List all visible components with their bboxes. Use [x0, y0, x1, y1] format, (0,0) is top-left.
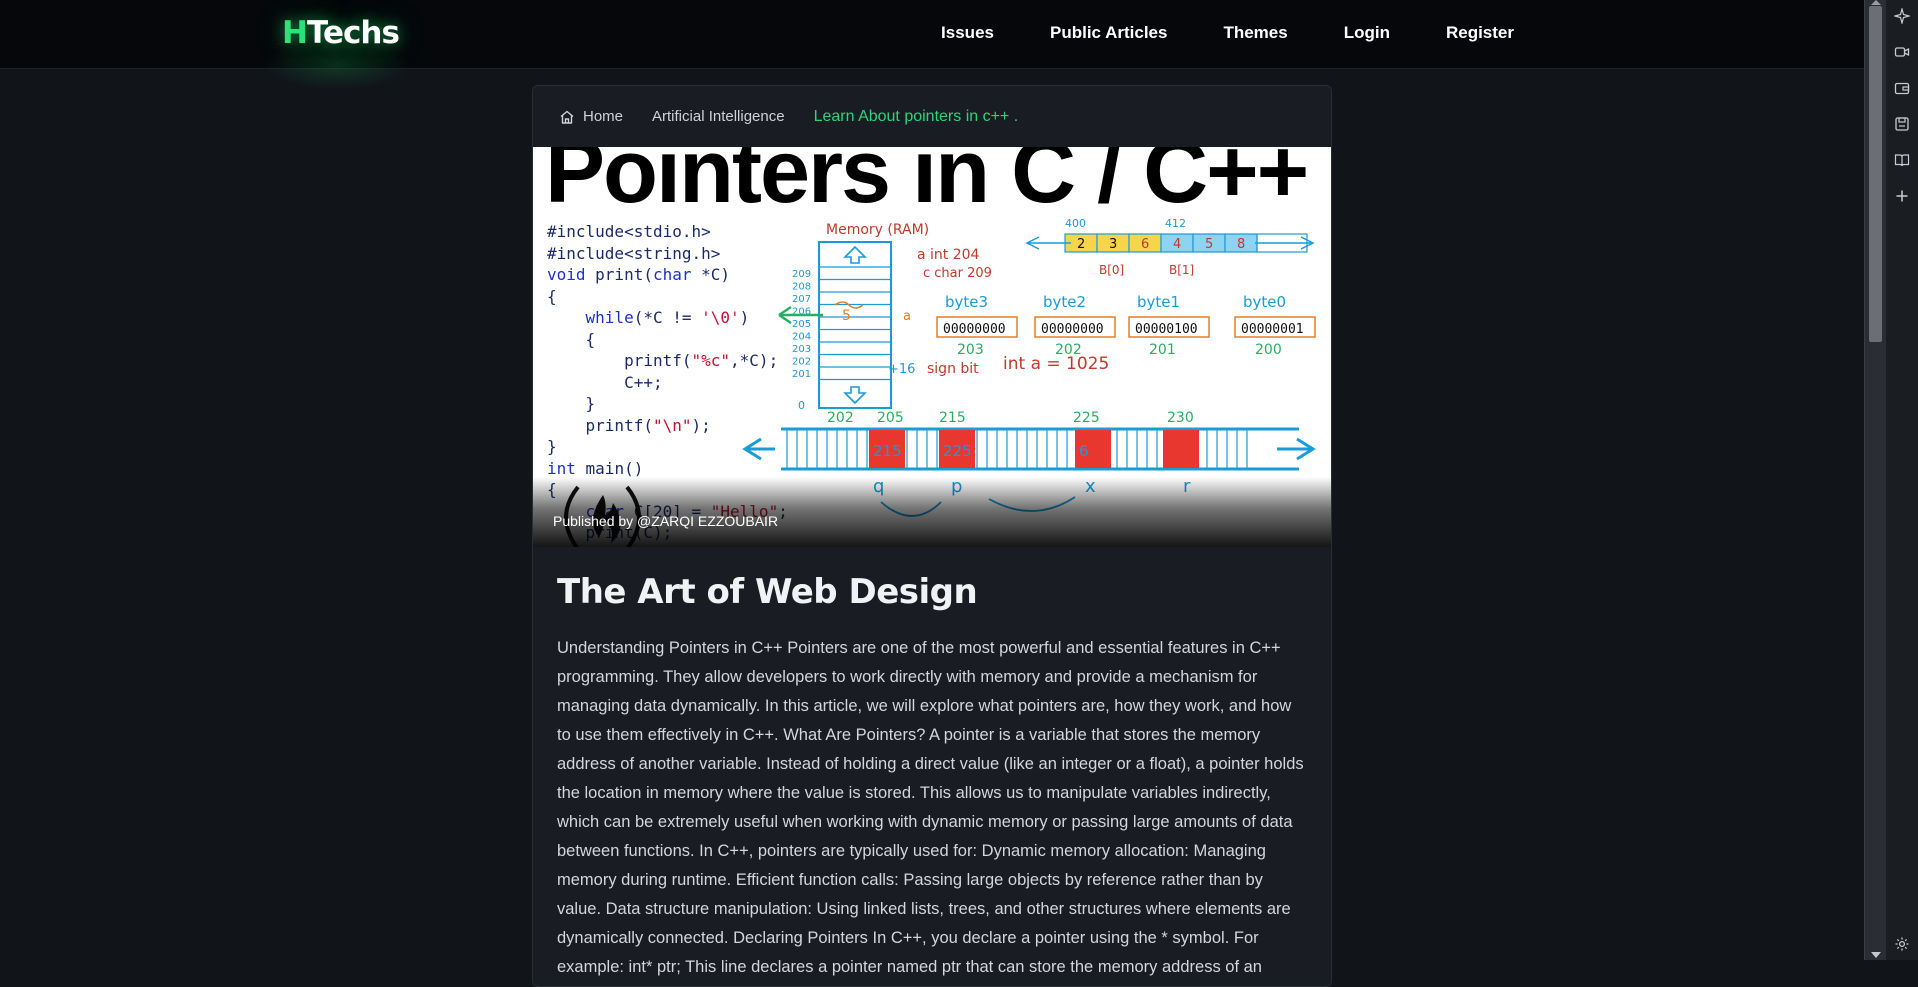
site-logo[interactable]: H Techs	[282, 12, 400, 54]
tape-address: 205	[877, 410, 904, 426]
nav-issues[interactable]: Issues	[941, 23, 994, 43]
logo-mark: H	[282, 15, 308, 51]
breadcrumb-home-label: Home	[583, 108, 624, 125]
nav-register[interactable]: Register	[1446, 23, 1514, 43]
svg-text:a: a	[903, 309, 911, 324]
memory-addresses: 209208207206205204203202201	[792, 269, 811, 380]
array-ref-1: B[1]	[1169, 263, 1194, 277]
memory-address: 201	[792, 369, 811, 380]
plus-icon[interactable]	[1894, 188, 1910, 204]
memory-up-arrow	[843, 245, 867, 264]
logo-text: Techs	[306, 15, 400, 51]
svg-text:+16: +16	[888, 362, 915, 377]
byte-label: byte2	[1043, 293, 1086, 311]
memory-address: 208	[792, 282, 811, 293]
array-ref-0: B[0]	[1099, 263, 1124, 277]
array-addr-start: 400	[1065, 217, 1086, 230]
byte-value: 00000000	[1041, 322, 1104, 337]
sparkle-icon[interactable]	[1894, 8, 1910, 24]
byte-address: 203	[957, 342, 984, 358]
note-sign-bit: sign bit	[927, 361, 979, 377]
array-cell-value: 4	[1173, 237, 1181, 252]
article-title: The Art of Web Design	[557, 572, 978, 612]
svg-text:5: 5	[842, 308, 851, 324]
memory-down-arrow	[843, 386, 867, 405]
book-icon[interactable]	[1894, 152, 1910, 168]
save-icon[interactable]	[1894, 116, 1910, 132]
array-cell-value: 3	[1109, 237, 1117, 252]
tape-address: 215	[939, 410, 966, 426]
byte-value: 00000000	[943, 322, 1006, 337]
published-by: Published by @ZARQI EZZOUBAIR	[553, 513, 779, 529]
tape-cell	[1163, 430, 1199, 468]
nav-themes[interactable]: Themes	[1223, 23, 1287, 43]
byte-label: byte0	[1243, 293, 1286, 311]
memory-address: 204	[792, 332, 811, 343]
byte-value: 00000100	[1135, 322, 1198, 337]
scroll-down-arrow[interactable]	[1871, 952, 1881, 958]
page-scrollbar[interactable]	[1864, 0, 1887, 960]
byte-address: 200	[1255, 342, 1282, 358]
tape-value: 215	[873, 442, 902, 460]
browser-sidebar	[1886, 0, 1918, 960]
svg-text:0: 0	[798, 399, 805, 412]
breadcrumb: Home Artificial Intelligence Learn About…	[533, 86, 1331, 147]
main-nav: Issues Public Articles Themes Login Regi…	[885, 0, 1514, 66]
nav-public-articles[interactable]: Public Articles	[1050, 23, 1167, 43]
breadcrumb-current: Learn About pointers in c++ .	[813, 107, 1019, 125]
home-icon	[560, 110, 574, 124]
tape-address: 225	[1073, 410, 1100, 426]
memory-address: 207	[792, 294, 811, 305]
array-cell-value: 5	[1205, 237, 1213, 252]
byte-address: 201	[1149, 342, 1176, 358]
byte-label: byte1	[1137, 293, 1180, 311]
article-body: Understanding Pointers in C++ Pointers a…	[557, 639, 1304, 976]
gear-icon[interactable]	[1894, 936, 1910, 952]
byte-value: 00000001	[1241, 322, 1304, 337]
memory-address: 209	[792, 269, 811, 280]
byte-boxes: byte3 00000000 203 byte2 00000000 202 byte1 000…	[936, 293, 1316, 358]
memory-address: 203	[792, 344, 811, 355]
breadcrumb-category[interactable]: Artificial Intelligence	[652, 108, 785, 125]
memory-rows	[819, 266, 891, 381]
breadcrumb-home[interactable]: Home	[559, 108, 623, 125]
byte-label: byte3	[945, 293, 988, 311]
hero-image: Pointers in C / C++ #include<stdio.h> #in…	[533, 147, 1331, 547]
tape-value: 6	[1079, 442, 1089, 460]
hero-gradient	[533, 477, 1331, 547]
note-c-char: c char 209	[923, 266, 992, 281]
top-navbar: H Techs Issues Public Articles Themes Log…	[0, 0, 1864, 90]
array-cell-value: 2	[1077, 237, 1085, 252]
memory-address: 205	[792, 319, 811, 330]
scroll-up-arrow[interactable]	[1871, 0, 1881, 5]
tape-address: 230	[1167, 410, 1194, 426]
article-card: Home Artificial Intelligence Learn About…	[532, 85, 1332, 987]
tape-value: 225	[943, 442, 972, 460]
scrollbar-thumb[interactable]	[1869, 6, 1882, 342]
memory-address: 202	[792, 357, 811, 368]
nav-login[interactable]: Login	[1344, 23, 1390, 43]
array-addr-end: 412	[1165, 217, 1186, 230]
wallet-icon[interactable]	[1894, 80, 1910, 96]
note-a-int: a int 204	[917, 247, 980, 263]
byte-address: 202	[1055, 342, 1082, 358]
array-cell-value: 6	[1141, 237, 1149, 252]
array-cell-value: 8	[1237, 237, 1245, 252]
tape-address: 202	[827, 410, 854, 426]
memory-label: Memory (RAM)	[826, 222, 929, 238]
video-icon[interactable]	[1894, 44, 1910, 60]
